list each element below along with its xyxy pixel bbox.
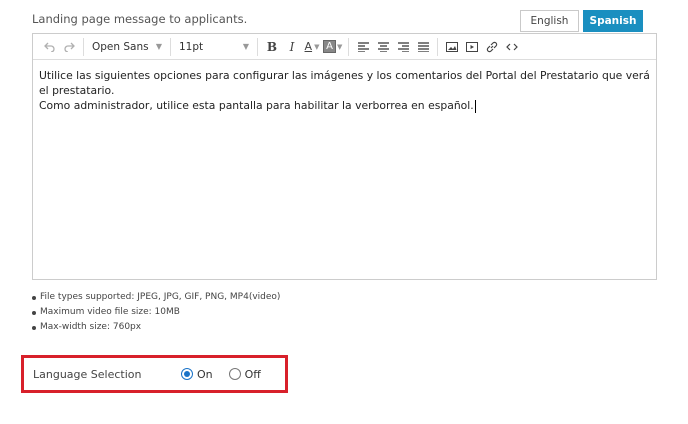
language-selection-label: Language Selection: [33, 367, 142, 381]
font-family-value: Open Sans: [92, 40, 149, 53]
align-center-icon[interactable]: [373, 37, 393, 57]
align-right-icon[interactable]: [393, 37, 413, 57]
note-item: Maximum video file size: 10MB: [32, 305, 280, 320]
tab-english[interactable]: English: [520, 10, 579, 32]
editor-text-line: Como administrador, utilice esta pantall…: [39, 99, 474, 112]
upload-notes: File types supported: JPEG, JPG, GIF, PN…: [32, 290, 280, 335]
font-size-select[interactable]: 11pt ▼: [175, 37, 253, 57]
text-cursor: [474, 99, 476, 113]
italic-button[interactable]: I: [282, 37, 302, 57]
chevron-down-icon: ▼: [155, 42, 162, 51]
chevron-down-icon: ▼: [314, 42, 320, 51]
note-item: File types supported: JPEG, JPG, GIF, PN…: [32, 290, 280, 305]
language-selection-box: Language Selection On Off: [21, 355, 288, 393]
background-color-button[interactable]: A ▼: [322, 37, 344, 57]
font-size-value: 11pt: [179, 40, 204, 53]
toolbar-divider: [257, 37, 258, 56]
message-heading: Landing page message to applicants.: [32, 12, 248, 26]
toolbar-divider: [170, 37, 171, 56]
font-family-select[interactable]: Open Sans ▼: [88, 37, 166, 57]
align-justify-icon[interactable]: [413, 37, 433, 57]
toolbar-divider: [83, 37, 84, 56]
note-text: Max-width size: 760px: [40, 322, 142, 332]
align-left-icon[interactable]: [353, 37, 373, 57]
chevron-down-icon: ▼: [242, 42, 249, 51]
undo-icon[interactable]: [39, 37, 59, 57]
toolbar-divider: [348, 37, 350, 56]
radio-on-label: On: [197, 367, 213, 381]
radio-off[interactable]: [228, 368, 241, 380]
link-icon[interactable]: [482, 37, 502, 57]
note-item: Max-width size: 760px: [32, 320, 280, 335]
note-text: File types supported: JPEG, JPG, GIF, PN…: [40, 292, 281, 302]
editor-toolbar: Open Sans ▼ 11pt ▼ B I A ▼ A ▼: [33, 34, 656, 60]
language-off-option[interactable]: Off: [228, 367, 261, 381]
video-icon[interactable]: [462, 37, 482, 57]
rich-text-editor: Open Sans ▼ 11pt ▼ B I A ▼ A ▼ Utilice l…: [32, 33, 657, 280]
language-on-option[interactable]: On: [181, 368, 213, 381]
editor-text-line: Utilice las siguientes opciones para con…: [39, 69, 650, 97]
bullet-icon: [32, 310, 36, 315]
background-color-icon: A: [323, 40, 336, 53]
language-tabs: English Spanish: [520, 10, 643, 32]
tab-spanish[interactable]: Spanish: [583, 10, 643, 32]
toolbar-divider: [437, 37, 439, 56]
text-color-button[interactable]: A ▼: [302, 37, 322, 57]
chevron-down-icon: ▼: [337, 42, 343, 51]
text-color-icon: A: [304, 40, 313, 53]
radio-on[interactable]: [181, 368, 193, 380]
radio-off-label: Off: [244, 367, 261, 381]
bold-button[interactable]: B: [262, 37, 282, 57]
bullet-icon: [32, 295, 36, 300]
image-icon[interactable]: [442, 37, 462, 57]
note-text: Maximum video file size: 10MB: [40, 307, 180, 317]
editor-content-area[interactable]: Utilice las siguientes opciones para con…: [33, 60, 656, 121]
code-icon[interactable]: [502, 37, 522, 57]
redo-icon[interactable]: [59, 37, 79, 57]
bullet-icon: [32, 325, 36, 330]
editor-text-line-wrapper: Como administrador, utilice esta pantall…: [39, 98, 650, 113]
